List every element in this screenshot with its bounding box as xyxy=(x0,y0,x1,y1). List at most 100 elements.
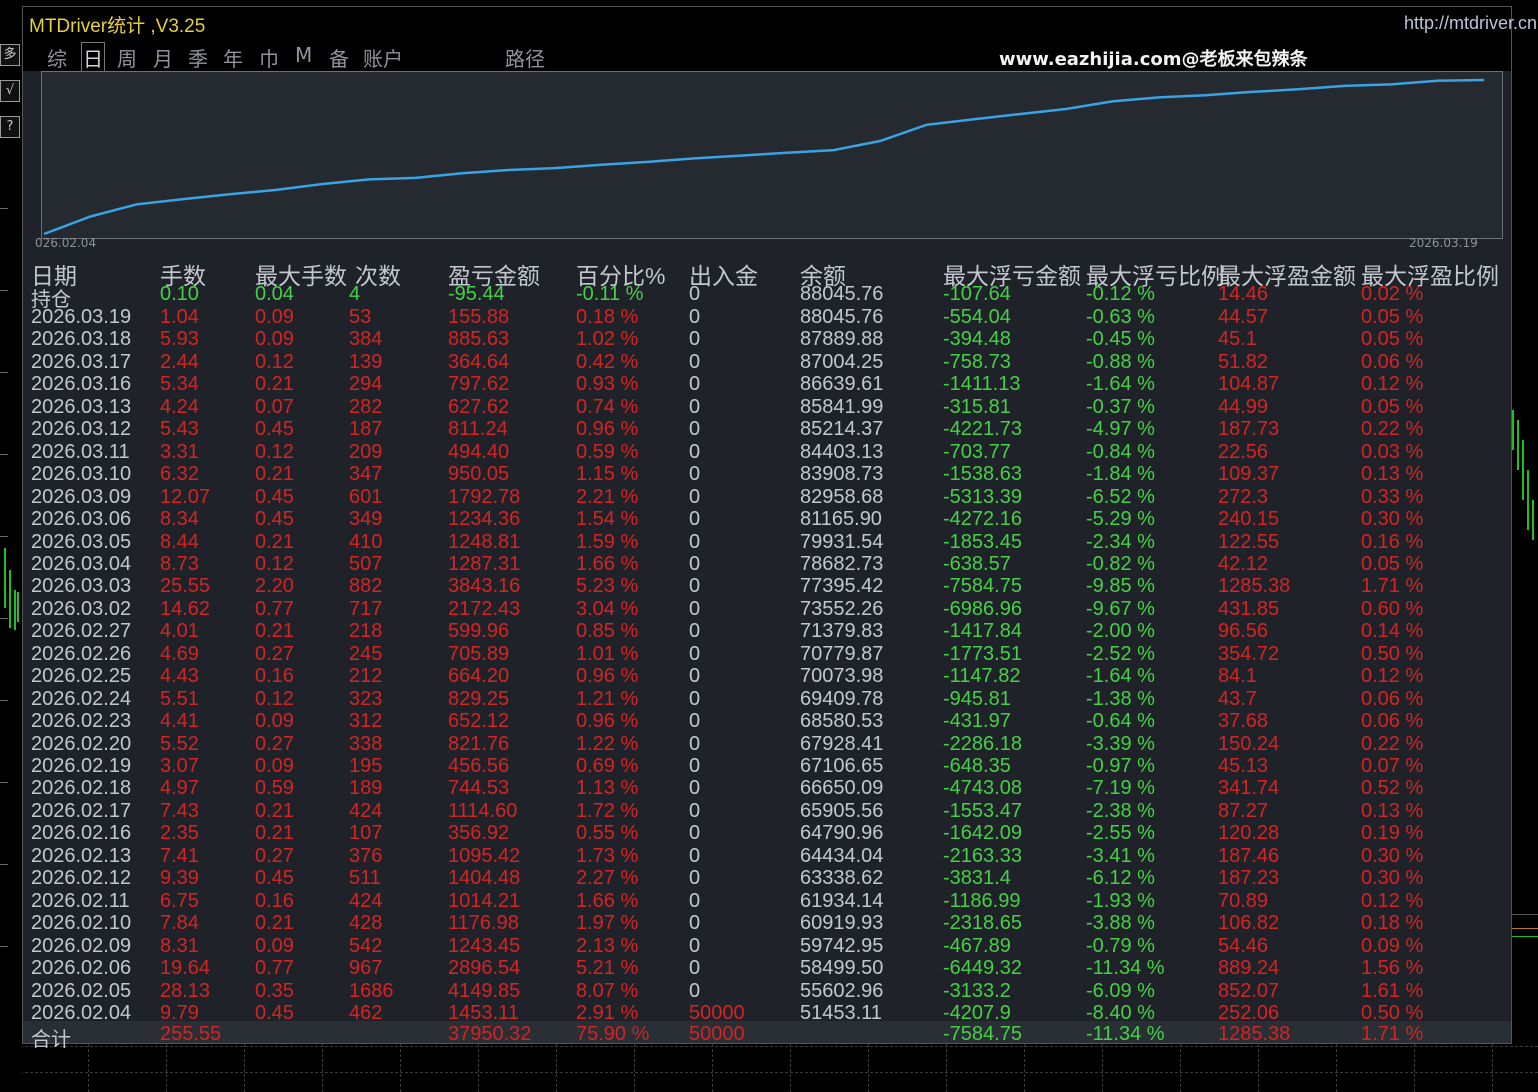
row-lots: 5.52 xyxy=(160,732,199,755)
row-max-lots: 0.27 xyxy=(255,844,294,867)
row-deposit: 0 xyxy=(689,732,701,755)
row-max-float-profit-pct: 0.18 % xyxy=(1361,912,1424,935)
tab-magic[interactable]: M xyxy=(295,43,312,67)
row-balance: 55602.96 xyxy=(800,979,884,1002)
row-count: 312 xyxy=(349,710,383,733)
axis-tick xyxy=(0,454,8,455)
row-balance: 59742.95 xyxy=(800,934,884,957)
row-max-lots: 0.09 xyxy=(255,934,294,957)
row-pnl: 1287.31 xyxy=(448,552,521,575)
check-button[interactable]: √ xyxy=(0,80,20,102)
row-max-float-profit-pct: 0.07 % xyxy=(1361,755,1424,777)
grid-line xyxy=(1102,1044,1103,1092)
row-pnl: 1248.81 xyxy=(448,530,521,553)
row-max-float-loss-pct: -11.34 % xyxy=(1086,957,1165,980)
row-percent: 1.13 % xyxy=(576,777,639,800)
row-deposit: 0 xyxy=(689,934,701,957)
row-count: 882 xyxy=(349,575,383,598)
axis-tick xyxy=(0,536,8,537)
tab-week[interactable]: 周 xyxy=(117,43,137,72)
row-max-float-loss-pct: -0.63 % xyxy=(1086,306,1155,328)
row-lots: 5.43 xyxy=(160,418,199,441)
row-max-float-profit-pct: 0.52 % xyxy=(1361,777,1424,800)
row-pnl: 1243.45 xyxy=(448,934,521,957)
row-max-float-profit: 45.13 xyxy=(1218,755,1269,777)
row-max-float-profit: 70.89 xyxy=(1218,889,1269,912)
row-percent: 1.22 % xyxy=(576,732,639,755)
row-pnl: 1095.42 xyxy=(448,844,521,867)
left-toolbar: 多 √ ? xyxy=(0,0,22,1092)
row-max-float-profit-pct: 0.16 % xyxy=(1361,530,1424,553)
row-max-float-loss-pct: -2.34 % xyxy=(1086,530,1155,553)
row-count: 347 xyxy=(349,463,383,486)
header-count: 次数 xyxy=(355,263,401,289)
help-button[interactable]: ? xyxy=(0,116,20,138)
row-max-float-loss-pct: -3.41 % xyxy=(1086,844,1155,867)
row-max-float-loss: -467.89 xyxy=(943,934,1011,957)
row-max-lots: 0.21 xyxy=(255,463,294,486)
axis-tick xyxy=(0,782,8,783)
row-lots: 2.35 xyxy=(160,822,199,845)
tab-day[interactable]: 日 xyxy=(81,42,105,73)
multi-button[interactable]: 多 xyxy=(0,44,20,66)
row-percent: 1.72 % xyxy=(576,799,639,822)
row-max-float-loss: -1773.51 xyxy=(943,642,1022,665)
row-max-float-loss: -1538.63 xyxy=(943,463,1022,486)
candle xyxy=(1532,500,1534,540)
row-lots: 28.13 xyxy=(160,979,211,1002)
chart-end-date: 2026.03.19 xyxy=(1409,236,1478,250)
tab-currency[interactable]: 巾 xyxy=(259,43,279,72)
row-max-float-profit-pct: 0.05 % xyxy=(1361,306,1424,328)
row-max-float-loss-pct: -0.97 % xyxy=(1086,755,1155,777)
tab-quarter[interactable]: 季 xyxy=(188,43,208,72)
row-lots: 6.32 xyxy=(160,463,199,486)
row-max-float-loss-pct: -4.97 % xyxy=(1086,418,1155,441)
row-max-float-loss-pct: -1.84 % xyxy=(1086,463,1155,486)
row-max-float-loss: -7584.75 xyxy=(943,575,1022,598)
row-max-float-loss-pct: -0.88 % xyxy=(1086,350,1155,373)
row-count: 218 xyxy=(349,620,383,643)
row-date: 2026.03.09 xyxy=(31,485,132,508)
row-max-lots: 0.21 xyxy=(255,822,294,845)
tab-account[interactable]: 账户 xyxy=(363,43,403,72)
row-balance: 64790.96 xyxy=(800,822,884,845)
row-max-lots: 0.21 xyxy=(255,530,294,553)
row-percent: 1.73 % xyxy=(576,844,639,867)
row-date: 2026.02.09 xyxy=(31,934,132,957)
total-lots: 255.55 xyxy=(160,1023,222,1045)
grid-line xyxy=(868,1044,869,1092)
row-lots: 4.01 xyxy=(160,620,199,643)
row-max-float-profit: 889.24 xyxy=(1218,957,1280,980)
total-max-float-loss: -7584.75 xyxy=(943,1023,1022,1045)
tab-summary[interactable]: 综 xyxy=(47,43,67,72)
row-deposit: 0 xyxy=(689,844,701,867)
row-lots: 8.44 xyxy=(160,530,199,553)
row-percent: 1.21 % xyxy=(576,687,639,710)
row-date: 2026.02.06 xyxy=(31,957,132,980)
holding-max-lots: 0.04 xyxy=(255,283,294,305)
tab-notes[interactable]: 备 xyxy=(329,43,349,72)
row-max-float-loss: -2286.18 xyxy=(943,732,1022,755)
row-lots: 14.62 xyxy=(160,597,211,620)
row-max-float-loss: -394.48 xyxy=(943,328,1011,351)
website-link[interactable]: http://mtdriver.cn xyxy=(1404,13,1537,34)
row-count: 323 xyxy=(349,687,383,710)
row-count: 195 xyxy=(349,755,383,777)
row-max-float-profit: 96.56 xyxy=(1218,620,1269,643)
tab-year[interactable]: 年 xyxy=(223,43,243,72)
row-percent: 1.01 % xyxy=(576,642,639,665)
row-max-float-loss-pct: -0.82 % xyxy=(1086,552,1155,575)
row-count: 53 xyxy=(349,306,372,328)
total-date: 合计 xyxy=(31,1029,71,1051)
tab-month[interactable]: 月 xyxy=(153,43,173,72)
row-lots: 8.73 xyxy=(160,552,199,575)
row-max-float-loss-pct: -2.38 % xyxy=(1086,799,1155,822)
axis-tick xyxy=(0,946,8,947)
row-balance: 67106.65 xyxy=(800,755,884,777)
tab-path[interactable]: 路径 xyxy=(505,43,545,72)
row-date: 2026.02.17 xyxy=(31,799,132,822)
row-max-lots: 0.09 xyxy=(255,328,294,351)
row-lots: 7.84 xyxy=(160,912,199,935)
row-balance: 70073.98 xyxy=(800,665,884,688)
row-max-float-loss: -315.81 xyxy=(943,395,1011,418)
